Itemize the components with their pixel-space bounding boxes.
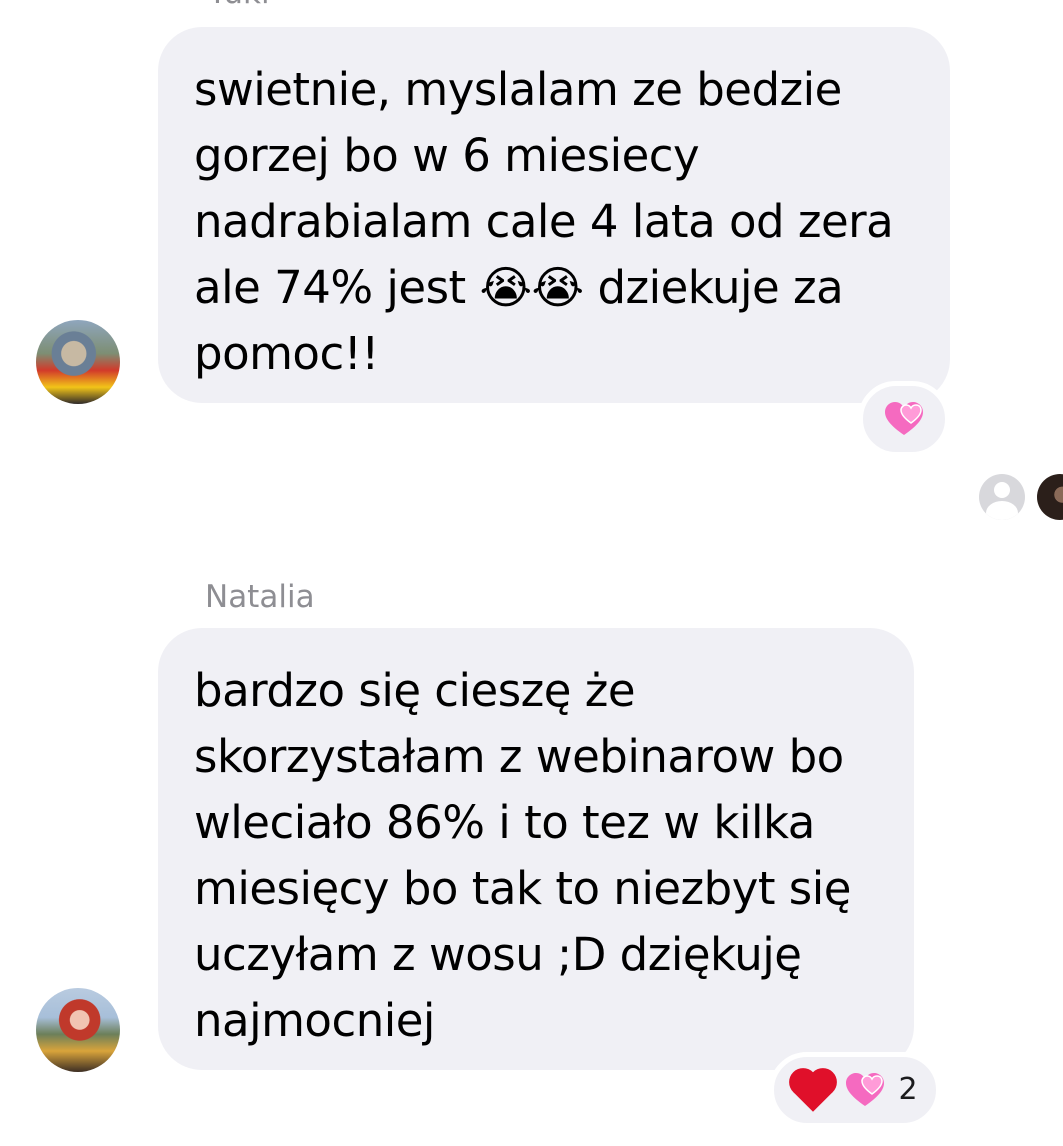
message-text: bardzo się cieszę że skorzystałam z webi… — [194, 664, 851, 1047]
reaction-count: 2 — [898, 1072, 918, 1107]
user-photo-avatar — [1037, 474, 1063, 520]
red-heart-icon — [792, 1070, 836, 1112]
reaction-pill[interactable] — [858, 381, 950, 457]
revolving-hearts-icon — [881, 399, 927, 439]
sender-avatar[interactable] — [36, 988, 120, 1072]
chat-thread: Yuki swietnie, myslalam ze bedzie gorzej… — [0, 0, 1063, 1146]
message-bubble[interactable]: bardzo się cieszę że skorzystałam z webi… — [158, 628, 914, 1070]
seen-by-row — [975, 472, 1063, 524]
default-user-avatar-icon — [979, 474, 1025, 520]
message-text: swietnie, myslalam ze bedzie gorzej bo w… — [194, 63, 894, 380]
reaction-pill[interactable]: 2 — [769, 1052, 941, 1128]
revolving-hearts-icon — [842, 1070, 888, 1110]
sender-name: Yuki — [208, 0, 270, 9]
sender-avatar[interactable] — [36, 320, 120, 404]
message-bubble[interactable]: swietnie, myslalam ze bedzie gorzej bo w… — [158, 27, 950, 403]
sender-name: Natalia — [205, 579, 315, 615]
